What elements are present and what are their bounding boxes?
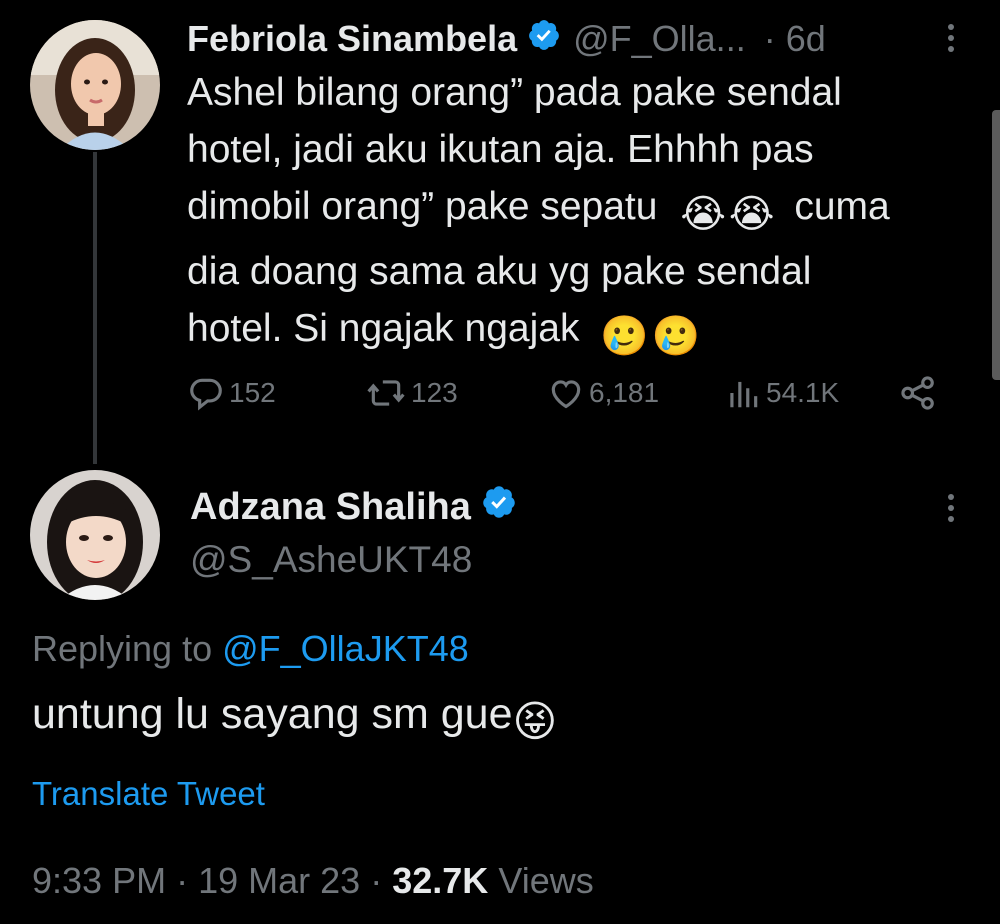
tweet-text-line: hotel, jadi aku ikutan aja. Ehhhh pas [187, 128, 814, 171]
share-button[interactable] [899, 374, 941, 412]
parent-tweet-header: Febriola Sinambela @F_Olla... · 6d [187, 14, 826, 64]
author-handle[interactable]: @F_Olla... [573, 18, 746, 60]
tweet-text-fragment: untung lu sayang sm gue [32, 690, 513, 738]
tweet-text-line: Ashel bilang orang” pada pake sendal [187, 71, 842, 114]
retweet-button[interactable]: 123 [365, 374, 458, 412]
like-button[interactable]: 6,181 [547, 374, 659, 412]
tweet-text-line: dimobil orang” pake sepatu 😭😭 cuma [187, 178, 977, 243]
replying-to-label: Replying to [32, 628, 213, 669]
loudly-crying-emoji-icon: 😭 [728, 193, 775, 236]
tweet-timestamp: 9:33 PM · 19 Mar 23 · 32.7K Views [32, 860, 594, 902]
share-icon [901, 376, 934, 410]
retweet-count: 123 [411, 377, 458, 408]
views-label: Views [498, 860, 594, 901]
reply-tweet-header: Adzana Shaliha [190, 482, 517, 532]
views-count: 54.1K [766, 377, 840, 408]
tweet-date[interactable]: 19 Mar 23 [198, 860, 360, 901]
smiling-face-with-tear-emoji-icon: 🥲 [600, 315, 649, 358]
tweet-time[interactable]: · 6d [764, 18, 826, 60]
reply-button[interactable]: 152 [187, 374, 276, 412]
heart-icon [551, 380, 581, 409]
reply-icon [190, 378, 222, 411]
tweet-text-fragment: dimobil orang” pake sepatu [187, 185, 658, 228]
reply-count: 152 [229, 377, 276, 408]
replying-to: Replying to @F_OllaJKT48 [32, 628, 469, 670]
tweet-text-fragment: cuma [794, 185, 890, 228]
author-name[interactable]: Adzana Shaliha [190, 486, 471, 529]
views-count: 32.7K [392, 860, 489, 901]
tweet-time[interactable]: 9:33 PM [32, 860, 166, 901]
thread-connector-line [93, 152, 97, 464]
parent-tweet-text: Ashel bilang orang” pada pake sendal hot… [187, 64, 977, 365]
translate-tweet-link[interactable]: Translate Tweet [32, 775, 265, 813]
more-options-icon[interactable] [946, 494, 956, 527]
reply-tweet-text: untung lu sayang sm gue😝 [32, 690, 560, 747]
tweet-actions-bar: 152 123 6,181 54.1K [187, 370, 947, 414]
reply-author-handle-row: @S_AsheUKT48 [190, 536, 472, 584]
tweet-text-line: hotel. Si ngajak ngajak 🥲🥲 [187, 300, 977, 365]
smiling-face-with-tear-emoji-icon: 🥲 [651, 315, 701, 358]
separator-dot: · [370, 860, 383, 901]
squinting-tongue-emoji-icon: 😝 [512, 698, 558, 746]
avatar-febriola[interactable] [30, 20, 160, 150]
separator-dot: · [176, 860, 189, 901]
loudly-crying-emoji-icon: 😭 [680, 193, 726, 236]
more-options-icon[interactable] [946, 24, 956, 57]
retweet-icon [367, 380, 405, 406]
replying-to-handle-link[interactable]: @F_OllaJKT48 [222, 628, 469, 669]
verified-badge-icon [481, 484, 517, 530]
avatar-adzana[interactable] [30, 470, 160, 600]
views-button[interactable]: 54.1K [724, 374, 839, 412]
verified-badge-icon [527, 18, 561, 61]
scrollbar[interactable] [992, 110, 1000, 380]
tweet-text-line: dia doang sama aku yg pake sendal [187, 250, 812, 293]
author-handle[interactable]: @S_AsheUKT48 [190, 539, 472, 581]
like-count: 6,181 [589, 377, 660, 408]
tweet-text-fragment: hotel. Si ngajak ngajak [187, 307, 580, 350]
author-name[interactable]: Febriola Sinambela [187, 18, 517, 60]
views-chart-icon [730, 381, 758, 408]
